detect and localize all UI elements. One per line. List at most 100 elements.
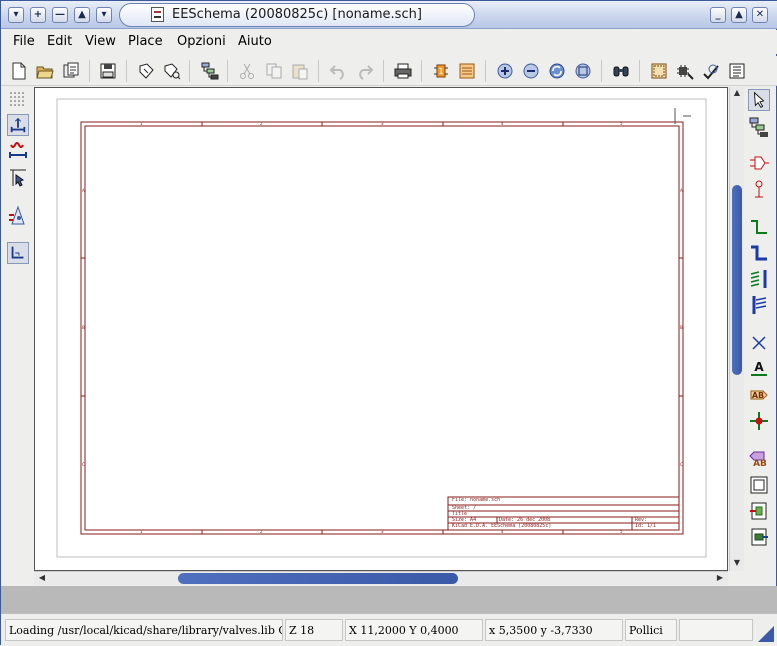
menu-view[interactable]: View — [85, 34, 116, 49]
right-tools-toolbar: A AB AB — [745, 87, 775, 571]
bom-icon[interactable] — [702, 62, 720, 80]
library-browser-icon[interactable] — [163, 62, 181, 80]
toolbar-separator — [227, 60, 228, 82]
paste-icon[interactable] — [291, 62, 309, 80]
units-mm-icon[interactable] — [7, 141, 29, 163]
left-options-toolbar — [3, 87, 33, 571]
cvpcb-icon[interactable] — [676, 62, 694, 80]
menu-edit[interactable]: Edit — [47, 34, 72, 49]
toolbar-separator — [189, 60, 190, 82]
import-hier-label-icon[interactable] — [748, 500, 770, 522]
bus-wire-orient-icon[interactable] — [7, 242, 29, 264]
svg-text:AB: AB — [752, 391, 764, 400]
main-toolbar: 1 — [1, 56, 777, 86]
toolbar-separator — [318, 60, 319, 82]
scroll-left-arrow-icon[interactable]: ◀ — [36, 572, 48, 584]
no-connect-icon[interactable] — [748, 332, 770, 354]
toolbar-separator — [639, 60, 640, 82]
netlist-icon[interactable] — [650, 62, 668, 80]
cursor-shape-icon[interactable] — [7, 167, 29, 189]
add-hier-pin-icon[interactable] — [748, 526, 770, 548]
window-shade-button[interactable]: ▾ — [96, 7, 112, 23]
menu-aiuto[interactable]: Aiuto — [238, 34, 272, 49]
hierarchy-navigate-icon[interactable] — [748, 116, 770, 138]
schematic-canvas[interactable]: 12345 12345 ABC ABC File: noname.sch She… — [34, 87, 728, 571]
sheet-border-outer — [80, 121, 684, 535]
add-global-label-icon[interactable]: AB — [748, 384, 770, 406]
menu-file[interactable]: File — [13, 34, 35, 49]
zoom-fit-icon[interactable] — [574, 62, 592, 80]
eeschema-app-icon — [151, 7, 164, 22]
menu-bar: File Edit View Place Opzioni Aiuto — [1, 30, 777, 54]
hidden-pins-icon[interactable] — [7, 205, 29, 227]
load-project-icon[interactable] — [62, 62, 80, 80]
vertical-scroll-thumb[interactable] — [732, 185, 742, 375]
toolbar-separator — [89, 60, 90, 82]
status-zoom: Z 18 — [285, 619, 343, 641]
scroll-up-arrow-icon[interactable]: ▲ — [731, 87, 743, 99]
add-sheet-icon[interactable] — [748, 474, 770, 496]
vertical-scrollbar[interactable]: ▲ ▼ — [729, 87, 744, 571]
cut-icon[interactable] — [238, 62, 256, 80]
scroll-down-arrow-icon[interactable]: ▼ — [731, 557, 743, 569]
window-close-button[interactable]: ✕ — [752, 7, 768, 23]
window-maximize-button[interactable]: ▲ — [731, 7, 747, 23]
window-maximize-left-button[interactable]: ▲ — [74, 7, 90, 23]
status-relative-coords: x 5,3500 y -3,7330 — [485, 619, 623, 641]
add-hier-label-icon[interactable]: AB — [748, 448, 770, 470]
copy-icon[interactable] — [265, 62, 283, 80]
page-outline — [56, 98, 707, 558]
redo-icon[interactable] — [356, 62, 374, 80]
toolbar-separator — [421, 60, 422, 82]
add-bus-icon[interactable] — [748, 242, 770, 264]
application-window: ▾ + — ▲ ▾ EESchema (20080825c) [noname.s… — [0, 0, 777, 646]
print-icon[interactable] — [394, 62, 412, 80]
window-add-button[interactable]: + — [30, 7, 46, 23]
wire-to-bus-entry-icon[interactable] — [748, 268, 770, 290]
horizontal-scroll-thumb[interactable] — [178, 573, 458, 584]
annotate-icon[interactable]: 1 — [432, 62, 450, 80]
zoom-in-icon[interactable] — [496, 62, 514, 80]
units-inch-icon[interactable] — [7, 114, 29, 136]
window-minimize-button[interactable]: _ — [710, 7, 726, 23]
pcbnew-icon[interactable] — [728, 62, 746, 80]
menu-opzioni[interactable]: Opzioni — [177, 34, 226, 49]
svg-text:1: 1 — [438, 67, 443, 76]
window-title: EESchema (20080825c) [noname.sch] — [172, 7, 422, 22]
save-icon[interactable] — [99, 62, 117, 80]
hierarchy-icon[interactable] — [201, 62, 219, 80]
library-editor-icon[interactable] — [137, 62, 155, 80]
toolbar-separator — [383, 60, 384, 82]
add-junction-icon[interactable] — [748, 410, 770, 432]
window-minimize-left-button[interactable]: — — [52, 7, 68, 23]
add-net-label-icon[interactable]: A — [748, 358, 770, 380]
resize-grip-icon[interactable] — [758, 626, 774, 642]
open-icon[interactable] — [36, 62, 54, 80]
svg-text:A: A — [754, 360, 764, 374]
svg-text:AB: AB — [753, 459, 767, 469]
grid-icon[interactable] — [7, 89, 29, 111]
title-block-kicad: KiCad E.D.A. EESchema (20080825c) — [452, 523, 552, 529]
undo-icon[interactable] — [329, 62, 347, 80]
toolbar-separator — [485, 60, 486, 82]
redraw-icon[interactable] — [548, 62, 566, 80]
horizontal-scrollbar[interactable]: ◀ ▶ — [34, 571, 728, 585]
erc-icon[interactable] — [458, 62, 476, 80]
status-message: Loading /usr/local/kicad/share/library/v… — [5, 619, 283, 641]
schematic-sheet: 12345 12345 ABC ABC — [56, 98, 707, 558]
find-icon[interactable] — [612, 62, 630, 80]
bus-to-bus-entry-icon[interactable] — [748, 294, 770, 316]
title-block-id: Id: 1/1 — [635, 523, 657, 529]
sheet-border-inner — [84, 125, 680, 531]
window-menu-button[interactable]: ▾ — [8, 7, 24, 23]
select-arrow-icon[interactable] — [748, 89, 770, 111]
new-icon[interactable] — [10, 62, 28, 80]
message-panel — [1, 586, 777, 613]
add-wire-icon[interactable] — [748, 216, 770, 238]
scroll-right-arrow-icon[interactable]: ▶ — [714, 572, 726, 584]
menu-place[interactable]: Place — [128, 34, 163, 49]
zoom-out-icon[interactable] — [522, 62, 540, 80]
add-power-icon[interactable] — [748, 178, 770, 200]
status-absolute-coords: X 11,2000 Y 0,4000 — [345, 619, 483, 641]
add-component-icon[interactable] — [748, 152, 770, 174]
